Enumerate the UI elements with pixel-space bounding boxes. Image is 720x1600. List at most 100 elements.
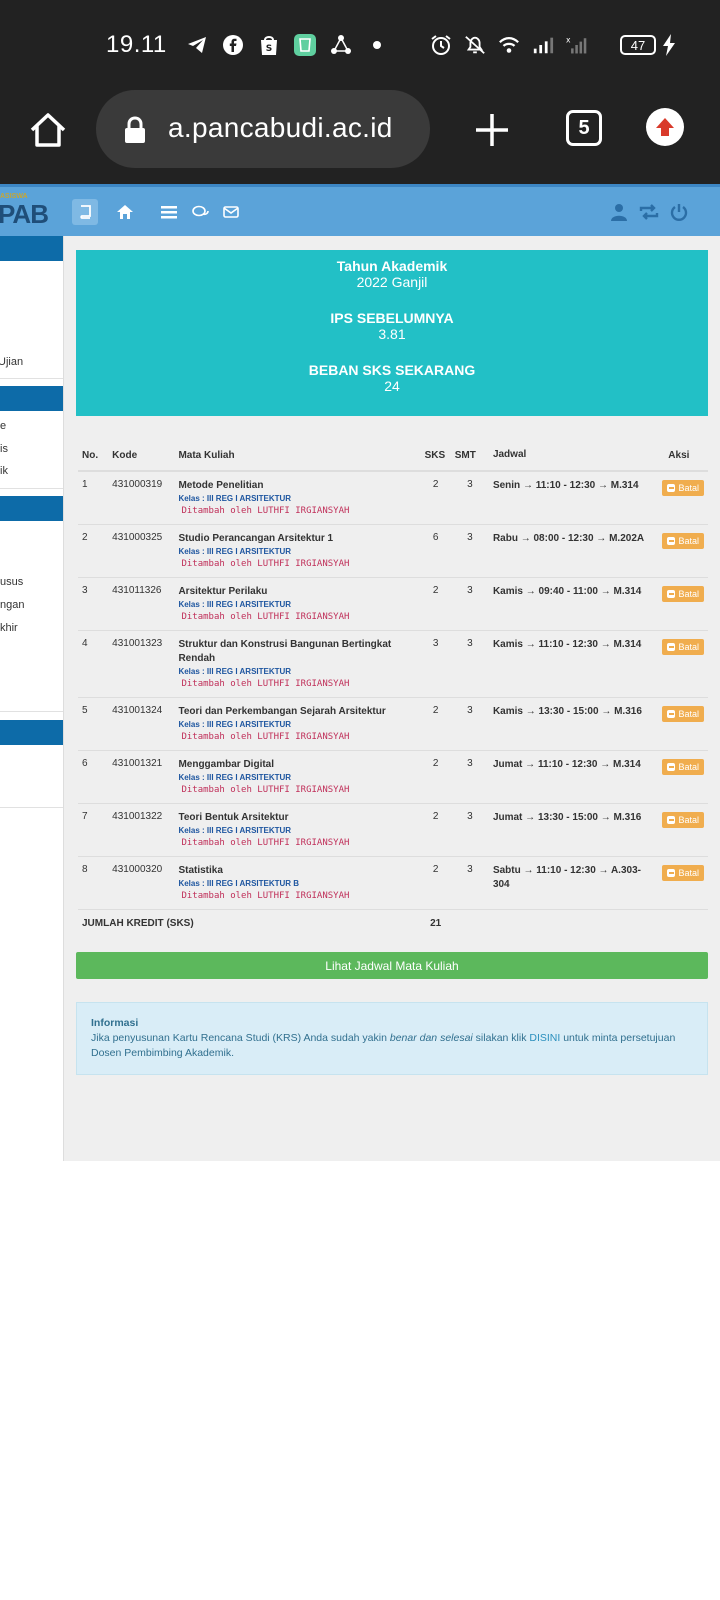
row-jadwal: Kamis → 13:30 - 15:00 → M.316 (488, 697, 650, 751)
row-kode: 431000325 (108, 524, 175, 578)
total-row: JUMLAH KREDIT (SKS) 21 (78, 910, 708, 936)
col-sks: SKS (420, 440, 451, 472)
krs-table: No. Kode Mata Kuliah SKS SMT Jadwal Aksi… (78, 440, 708, 935)
batal-button[interactable]: Batal (662, 533, 704, 549)
row-smt: 3 (450, 750, 489, 804)
url-text: a.pancabudi.ac.id (168, 112, 393, 143)
facebook-icon (222, 34, 244, 56)
browser-home-button[interactable] (26, 108, 70, 152)
new-tab-button[interactable] (470, 108, 514, 152)
row-sks: 3 (420, 630, 451, 698)
batal-label: Batal (678, 642, 699, 652)
row-kode: 431000319 (108, 471, 175, 525)
telegram-icon (186, 34, 208, 56)
row-mata-kuliah: Teori Bentuk Arsitektur Kelas : III REG … (174, 803, 421, 857)
total-empty (451, 910, 708, 936)
menu-icon[interactable] (158, 201, 180, 223)
batal-button[interactable]: Batal (662, 480, 704, 496)
batal-label: Batal (678, 709, 699, 719)
sidebar-divider (0, 711, 63, 712)
col-smt: SMT (450, 440, 489, 472)
disini-link[interactable]: DISINI (529, 1032, 560, 1044)
table-row: 2 431000325 Studio Perancangan Arsitektu… (78, 524, 708, 578)
sidebar-item[interactable]: e (0, 420, 6, 432)
course-kelas: Kelas : III REG I ARSITEKTUR (178, 600, 292, 609)
row-jadwal: Jumat → 11:10 - 12:30 → M.314 (488, 750, 650, 804)
mail-icon[interactable] (220, 201, 242, 223)
info-text-1: Jika penyusunan Kartu Rencana Studi (KRS… (91, 1032, 390, 1044)
row-aksi: Batal (649, 471, 708, 525)
course-added-by: Ditambah oleh LUTHFI IRGIANSYAH (181, 559, 350, 569)
batal-button[interactable]: Batal (662, 586, 704, 602)
row-smt: 3 (450, 697, 489, 751)
minus-icon (667, 869, 676, 877)
course-name: Teori dan Perkembangan Sejarah Arsitektu… (178, 706, 386, 717)
course-name: Metode Penelitian (178, 480, 264, 491)
svg-text:x: x (566, 35, 571, 44)
row-sks: 2 (420, 856, 451, 910)
lihat-jadwal-button[interactable]: Lihat Jadwal Mata Kuliah (76, 952, 708, 979)
book-icon[interactable] (72, 199, 98, 225)
row-jadwal: Rabu → 08:00 - 12:30 → M.202A (488, 524, 650, 578)
row-no: 8 (78, 856, 109, 910)
mute-icon (464, 34, 486, 56)
sidebar-divider (0, 488, 63, 489)
row-mata-kuliah: Struktur dan Konstrusi Bangunan Bertingk… (174, 630, 421, 698)
course-name: Studio Perancangan Arsitektur 1 (178, 533, 334, 544)
row-kode: 431001324 (108, 697, 175, 751)
address-bar[interactable]: a.pancabudi.ac.id (96, 90, 430, 168)
chat-icon[interactable] (190, 201, 212, 223)
status-time: 19.11 (106, 31, 167, 58)
beban-sks-value: 24 (384, 378, 400, 394)
tab-switcher-button[interactable]: 5 (566, 110, 602, 146)
batal-label: Batal (678, 815, 699, 825)
sidebar-item[interactable]: ik (0, 465, 8, 477)
sidebar-item[interactable]: khir (0, 622, 18, 634)
row-mata-kuliah: Menggambar Digital Kelas : III REG I ARS… (174, 750, 421, 804)
row-sks: 2 (420, 697, 451, 751)
row-aksi: Batal (649, 524, 708, 578)
batal-button[interactable]: Batal (662, 865, 704, 881)
course-kelas: Kelas : III REG I ARSITEKTUR (178, 667, 292, 676)
batal-button[interactable]: Batal (662, 812, 704, 828)
sidebar-item-ujian[interactable]: Ujian (0, 356, 23, 368)
home-nav-icon[interactable] (114, 201, 136, 223)
row-aksi: Batal (649, 630, 708, 698)
batal-label: Batal (678, 483, 699, 493)
row-sks: 2 (420, 577, 451, 631)
batal-button[interactable]: Batal (662, 639, 704, 655)
minus-icon (667, 710, 676, 718)
sidebar-item[interactable]: usus (0, 576, 23, 588)
sidebar-divider (0, 807, 63, 808)
status-bar: 19.11 S x 47 (0, 0, 720, 90)
app-logo[interactable]: PAB (0, 199, 49, 230)
info-text-2: silakan klik (472, 1032, 530, 1044)
batal-label: Batal (678, 536, 699, 546)
col-jadwal: Jadwal (488, 440, 650, 472)
row-kode: 431001321 (108, 750, 175, 804)
sidebar-section-header (0, 720, 63, 745)
course-added-by: Ditambah oleh LUTHFI IRGIANSYAH (181, 732, 350, 742)
sidebar-item[interactable]: ngan (0, 599, 24, 611)
update-button[interactable] (646, 108, 684, 146)
course-kelas: Kelas : III REG I ARSITEKTUR (178, 720, 292, 729)
batal-button[interactable]: Batal (662, 706, 704, 722)
row-smt: 3 (450, 471, 489, 525)
tahun-akademik-label: Tahun Akademik (336, 258, 448, 274)
table-row: 3 431011326 Arsitektur Perilaku Kelas : … (78, 577, 708, 631)
battery-indicator: 47 (620, 35, 656, 55)
course-kelas: Kelas : III REG I ARSITEKTUR B (178, 879, 300, 888)
power-icon[interactable] (668, 201, 690, 223)
minus-icon (667, 537, 676, 545)
sidebar-divider (0, 378, 63, 379)
app-icon (294, 34, 316, 56)
row-sks: 2 (420, 471, 451, 525)
col-kode: Kode (108, 440, 175, 472)
sidebar-item[interactable]: is (0, 443, 8, 455)
sidebar-section-header (0, 236, 63, 261)
user-icon[interactable] (608, 201, 630, 223)
batal-button[interactable]: Batal (662, 759, 704, 775)
ips-label: IPS SEBELUMNYA (330, 310, 454, 326)
switch-icon[interactable] (638, 201, 660, 223)
minus-icon (667, 643, 676, 651)
